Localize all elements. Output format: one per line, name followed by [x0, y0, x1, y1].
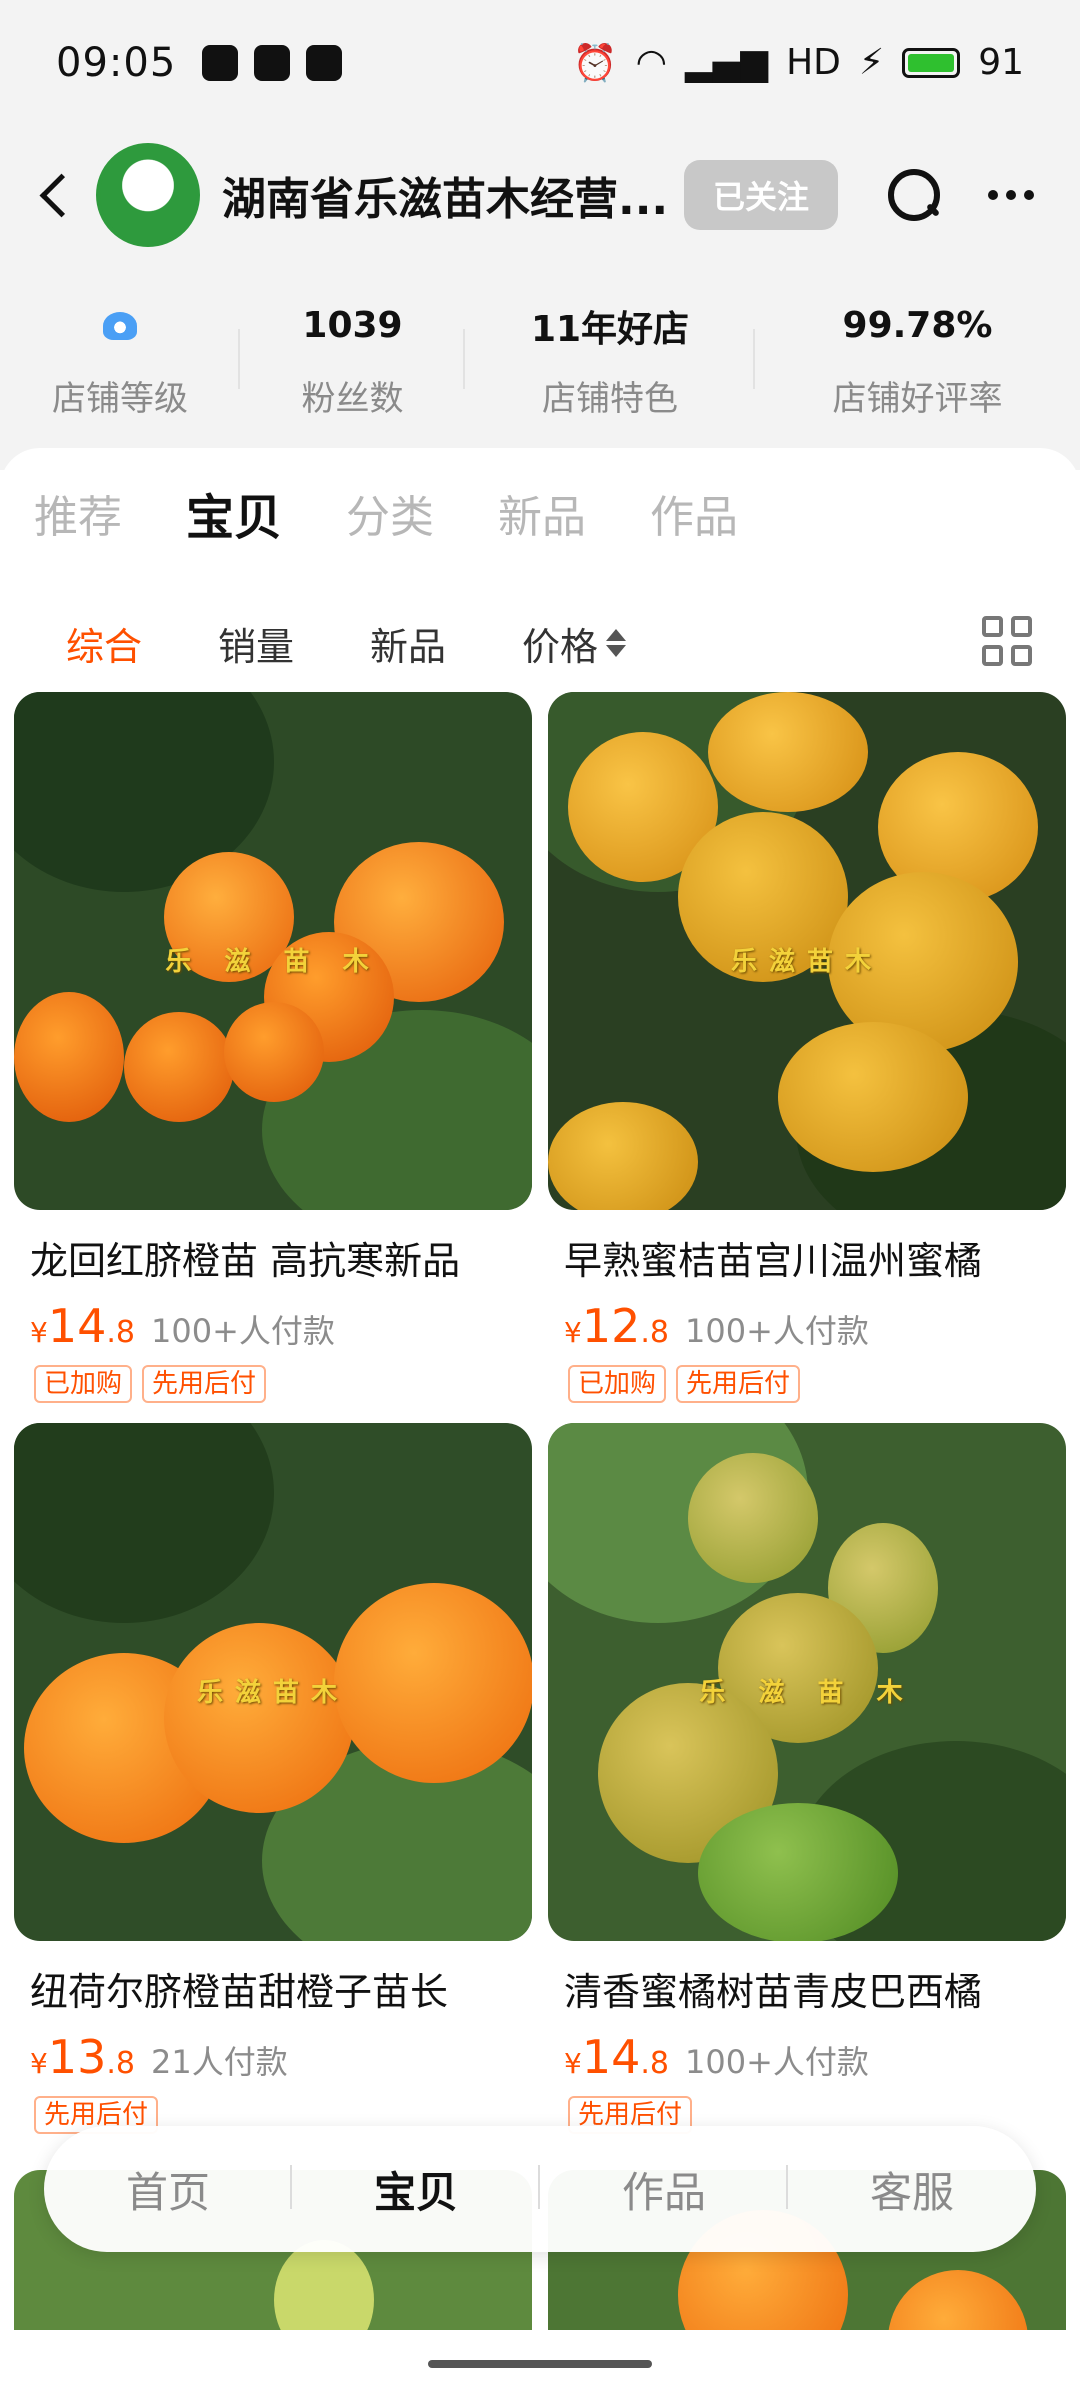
sales-count: 100+人付款: [151, 1312, 335, 1350]
app-notification-icon: [306, 44, 343, 81]
stat-rating[interactable]: 99.78% 店铺好评率: [755, 301, 1080, 420]
notification-icons: [202, 44, 343, 81]
price-row: ¥ 14 .8 100+人付款: [14, 1299, 532, 1353]
tab-items[interactable]: 宝贝: [186, 478, 282, 548]
tab-new[interactable]: 新品: [498, 481, 586, 545]
status-right: ⏰ ◠ ▂▄▆ HD ⚡ 91: [573, 42, 1024, 84]
product-card[interactable]: 乐滋苗木 早熟蜜桔苗宫川温州蜜橘 ¥ 12 .8 100+人付款 已加购 先用后…: [548, 692, 1066, 1403]
tag-added-to-cart: 已加购: [34, 1365, 133, 1403]
more-icon[interactable]: [988, 190, 1034, 200]
product-image[interactable]: 乐 滋 苗 木: [548, 1423, 1066, 1941]
stat-shop-level[interactable]: 店铺等级: [0, 301, 240, 420]
nav-works[interactable]: 作品: [540, 2159, 788, 2220]
charging-icon: ⚡: [858, 42, 885, 83]
home-indicator[interactable]: [428, 2360, 652, 2368]
currency-symbol: ¥: [564, 1316, 582, 1349]
stat-value: 99.78%: [842, 305, 993, 346]
price-decimal: .8: [106, 2046, 135, 2081]
filter-price[interactable]: 价格: [522, 616, 627, 671]
nav-items[interactable]: 宝贝: [292, 2159, 540, 2220]
status-time: 09:05: [56, 39, 177, 86]
shop-logo[interactable]: [96, 143, 200, 247]
grid-view-icon[interactable]: [982, 616, 1032, 666]
nav-home[interactable]: 首页: [44, 2159, 292, 2220]
product-title[interactable]: 纽荷尔脐橙苗甜橙子苗长: [14, 1961, 532, 2016]
price-row: ¥ 12 .8 100+人付款: [548, 1299, 1066, 1353]
product-tags: 已加购 先用后付: [548, 1365, 1066, 1403]
stat-value: 1039: [302, 305, 403, 346]
product-card[interactable]: 乐 滋 苗 木 龙回红脐橙苗 高抗寒新品 ¥ 14 .8 100+人付款 已加购…: [14, 692, 532, 1403]
price-integer: 14: [47, 1299, 107, 1353]
network-label: HD: [786, 42, 841, 83]
shop-stats: 店铺等级 1039 粉丝数 11年好店 店铺特色 99.78% 店铺好评率: [0, 290, 1080, 430]
stat-label: 店铺好评率: [832, 378, 1003, 419]
tag-added-to-cart: 已加购: [568, 1365, 667, 1403]
stat-value: 11年好店: [530, 308, 690, 350]
tag-pay-later: 先用后付: [142, 1365, 267, 1403]
tag-pay-later: 先用后付: [676, 1365, 801, 1403]
stat-feature[interactable]: 11年好店 店铺特色: [465, 301, 755, 420]
product-title[interactable]: 早熟蜜桔苗宫川温州蜜橘: [548, 1230, 1066, 1285]
follow-button[interactable]: 已关注: [684, 160, 838, 230]
tab-works[interactable]: 作品: [650, 481, 738, 545]
sales-count: 100+人付款: [685, 2043, 869, 2081]
product-image[interactable]: 乐滋苗木: [14, 1423, 532, 1941]
sort-filters: 综合 销量 新品 价格: [0, 578, 1080, 708]
price-decimal: .8: [106, 1315, 135, 1350]
filter-overall[interactable]: 综合: [66, 616, 142, 671]
alarm-icon: ⏰: [572, 42, 618, 84]
filter-new[interactable]: 新品: [370, 616, 446, 671]
product-image[interactable]: 乐滋苗木: [548, 692, 1066, 1210]
currency-symbol: ¥: [30, 1316, 48, 1349]
shop-name[interactable]: 湖南省乐滋苗木经营...: [222, 163, 674, 227]
product-grid: 乐 滋 苗 木 龙回红脐橙苗 高抗寒新品 ¥ 14 .8 100+人付款 已加购…: [14, 692, 1066, 2134]
bottom-nav: 首页 宝贝 作品 客服: [44, 2126, 1036, 2252]
nav-customer-service[interactable]: 客服: [788, 2159, 1036, 2220]
battery-level: 91: [978, 42, 1024, 83]
image-watermark: 乐滋苗木: [196, 1677, 349, 1708]
status-bar: 09:05 ⏰ ◠ ▂▄▆ HD ⚡ 91: [0, 0, 1080, 125]
filter-price-label: 价格: [522, 624, 599, 669]
image-watermark: 乐 滋 苗 木: [699, 1677, 915, 1708]
currency-symbol: ¥: [30, 2047, 48, 2080]
crown-icon: [103, 311, 137, 340]
stat-label: 店铺特色: [542, 378, 678, 419]
back-icon[interactable]: [26, 165, 86, 225]
image-watermark: 乐滋苗木: [730, 946, 883, 977]
product-tags: 已加购 先用后付: [14, 1365, 532, 1403]
sales-count: 21人付款: [151, 2043, 288, 2081]
image-watermark: 乐 滋 苗 木: [165, 946, 381, 977]
wifi-icon: ◠: [635, 42, 668, 83]
price-integer: 12: [581, 1299, 641, 1353]
battery-icon: [902, 47, 961, 78]
tab-recommend[interactable]: 推荐: [34, 481, 122, 545]
product-title[interactable]: 龙回红脐橙苗 高抗寒新品: [14, 1230, 532, 1285]
shop-tabs: 推荐 宝贝 分类 新品 作品: [0, 448, 1080, 578]
content-panel: 推荐 宝贝 分类 新品 作品 综合 销量 新品 价格 乐 滋 苗 木 龙回红脐橙…: [0, 448, 1080, 2400]
alipay-notification-icon: [202, 44, 239, 81]
price-row: ¥ 14 .8 100+人付款: [548, 2030, 1066, 2084]
product-image[interactable]: 乐 滋 苗 木: [14, 692, 532, 1210]
search-icon[interactable]: [882, 165, 942, 225]
shop-header: 湖南省乐滋苗木经营... 已关注: [0, 130, 1080, 260]
price-integer: 14: [581, 2030, 641, 2084]
product-card[interactable]: 乐 滋 苗 木 清香蜜橘树苗青皮巴西橘 ¥ 14 .8 100+人付款 先用后付: [548, 1423, 1066, 2134]
tab-category[interactable]: 分类: [346, 481, 434, 545]
product-card[interactable]: 乐滋苗木 纽荷尔脐橙苗甜橙子苗长 ¥ 13 .8 21人付款 先用后付: [14, 1423, 532, 2134]
price-integer: 13: [47, 2030, 107, 2084]
sales-count: 100+人付款: [685, 1312, 869, 1350]
price-row: ¥ 13 .8 21人付款: [14, 2030, 532, 2084]
stat-label: 店铺等级: [52, 378, 188, 419]
taobao-notification-icon: [254, 44, 291, 81]
price-decimal: .8: [640, 1315, 669, 1350]
signal-icon: ▂▄▆: [685, 42, 769, 83]
product-title[interactable]: 清香蜜橘树苗青皮巴西橘: [548, 1961, 1066, 2016]
currency-symbol: ¥: [564, 2047, 582, 2080]
stat-label: 粉丝数: [301, 378, 404, 419]
sort-arrows-icon: [606, 629, 627, 657]
stat-fans[interactable]: 1039 粉丝数: [240, 301, 465, 420]
filter-sales[interactable]: 销量: [218, 616, 294, 671]
price-decimal: .8: [640, 2046, 669, 2081]
